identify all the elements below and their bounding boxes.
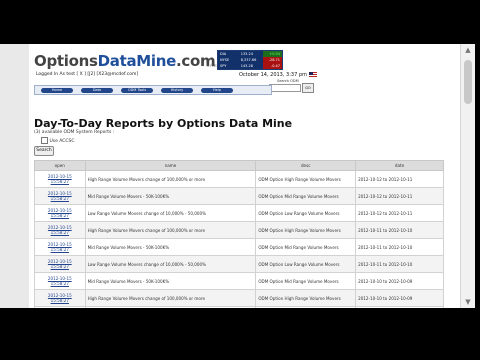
scrollbar[interactable]: ▲ ▼ [460,44,475,308]
ticker-symbol: SPY [220,64,227,68]
logo-word-datamine: DataMine [97,52,177,70]
column-header-open: open [34,160,86,171]
report-name: High Range Volume Movers change of 100,0… [84,289,257,307]
report-desc: ODM Option Mid Range Volume Movers [255,272,357,290]
open-time[interactable]: 15:58:27 [37,196,83,201]
report-desc: ODM Option High Range Volume Movers [255,289,357,307]
open-time[interactable]: 15:58:27 [37,298,83,303]
report-name: Low Range Volume Movers change of 10,000… [84,255,257,273]
table-row: 2012-10-15 15:58:27 High Range Volume Move… [34,170,444,188]
column-header-date: date [355,160,444,171]
site-search-input[interactable] [269,84,301,92]
browser-chrome-left [0,44,29,308]
report-name: Mid Range Volume Movers - 50K-100K% [84,238,257,256]
scroll-up-icon[interactable]: ▲ [461,44,475,56]
report-date: 2012-10-12 to 2012-10-11 [355,170,444,188]
page-title: Day-To-Day Reports by Options Data Mine [34,117,293,130]
table-body: 2012-10-15 15:58:27 High Range Volume Move… [34,170,444,308]
search-button[interactable]: Search [34,146,54,156]
ticker-price: 143.28 [240,64,253,68]
nav-item-odm-tools[interactable]: ODM Tools [121,87,153,93]
date-text: October 14, 2013, 3:37 pm [239,72,307,78]
report-name: High Range Volume Movers change of 100,0… [84,170,257,188]
checkbox-label: Use ACCSC [49,139,75,144]
open-time[interactable]: 15:58:27 [37,230,83,235]
table-row: 2012-10-15 15:58:27 Mid Range Volume Mover… [34,238,444,256]
nav-item-history[interactable]: History [161,87,193,93]
report-date: 2012-10-11 to 2012-10-10 [355,255,444,273]
web-page: OptionsDataMine.com a FLEX Ltd Co DIA133… [29,44,460,308]
ticker-box: DIA 133.24 +0.54 NYSE 8,337.66 -28.71 SPY 143.2… [217,50,283,70]
open-time[interactable]: 15:58:27 [37,264,83,269]
login-status: Logged In As test [ X ] [J2] [X23@mcdef.… [36,72,139,77]
nav-item-data[interactable]: Data [81,87,113,93]
report-name: High Range Volume Movers change of 100,0… [84,221,257,239]
report-desc: ODM Option Mid Range Volume Movers [255,187,357,205]
logo-word-options: Options [34,52,98,70]
report-selector-label: (3) available ODM System Reports : [34,130,115,135]
table-header-row: open name desc date [34,160,444,171]
date-display: October 14, 2013, 3:37 pm [239,72,317,78]
report-date: 2012-10-12 to 2012-10-11 [355,204,444,222]
site-logo[interactable]: OptionsDataMine.com [34,52,216,70]
open-link[interactable]: 2012-10-1515:58:27 [34,187,86,205]
us-flag-icon [308,72,317,77]
open-link[interactable]: 2012-10-1515:58:27 [34,272,86,290]
video-frame: OptionsDataMine.com a FLEX Ltd Co DIA133… [0,0,480,360]
report-desc: ODM Option Low Range Volume Movers [255,204,357,222]
go-button[interactable]: GO [302,83,314,93]
nav-item-help[interactable]: Help [201,87,233,93]
open-link[interactable]: 2012-10-1515:58:27 [34,204,86,222]
letterbox-bottom [0,308,480,360]
scrollbar-thumb[interactable] [464,60,472,104]
main-nav: Home Data ODM Tools History Help [34,85,272,95]
use-accsc-option[interactable]: Use ACCSC [41,137,75,144]
table-row: 2012-10-15 15:58:27 High Range Volume Move… [34,221,444,239]
nav-item-home[interactable]: Home [41,87,73,93]
open-link[interactable]: 2012-10-1515:58:27 [34,221,86,239]
table-row: 2012-10-15 15:58:27 Mid Range Volume Mover… [34,272,444,290]
scroll-down-icon[interactable]: ▼ [461,296,475,308]
column-header-name: name [84,160,257,171]
report-date: 2012-10-10 to 2012-10-09 [355,272,444,290]
report-name: Low Range Volume Movers change of 10,000… [84,204,257,222]
search-label: Search ODM [277,79,299,83]
ticker-change: -0.47 [263,63,282,69]
table-row: 2012-10-15 15:58:27 High Range Volume Move… [34,289,444,307]
reports-table: open name desc date 2012-10-15 15:58:27 High … [34,160,444,308]
report-date: 2012-10-12 to 2012-10-11 [355,187,444,205]
open-link[interactable]: 2012-10-1515:58:27 [34,238,86,256]
open-time[interactable]: 15:58:27 [37,247,83,252]
report-name: Mid Range Volume Movers - 50K-100K% [84,187,257,205]
report-desc: ODM Option High Range Volume Movers [255,221,357,239]
report-name: Mid Range Volume Movers - 50K-100K% [84,272,257,290]
column-header-desc: desc [255,160,357,171]
open-link[interactable]: 2012-10-1515:58:27 [34,170,86,188]
open-link[interactable]: 2012-10-1515:58:27 [34,289,86,307]
table-row: 2012-10-15 15:58:27 Mid Range Volume Mover… [34,187,444,205]
report-date: 2012-10-10 to 2012-10-09 [355,289,444,307]
open-link[interactable]: 2012-10-1515:58:27 [34,255,86,273]
report-desc: ODM Option Mid Range Volume Movers [255,238,357,256]
open-time[interactable]: 15:58:27 [37,281,83,286]
open-time[interactable]: 15:58:27 [37,213,83,218]
ticker-row: SPY 143.28 -0.47 [218,63,282,69]
report-desc: ODM Option Low Range Volume Movers [255,255,357,273]
checkbox[interactable] [41,137,48,144]
report-date: 2012-10-11 to 2012-10-10 [355,221,444,239]
table-row: 2012-10-1515:58:27Low Range Volume Mover… [34,204,444,222]
open-time[interactable]: 15:58:27 [37,179,83,184]
report-desc: ODM Option High Range Volume Movers [255,170,357,188]
table-row: 2012-10-1515:58:27Low Range Volume Mover… [34,255,444,273]
report-date: 2012-10-11 to 2012-10-10 [355,238,444,256]
